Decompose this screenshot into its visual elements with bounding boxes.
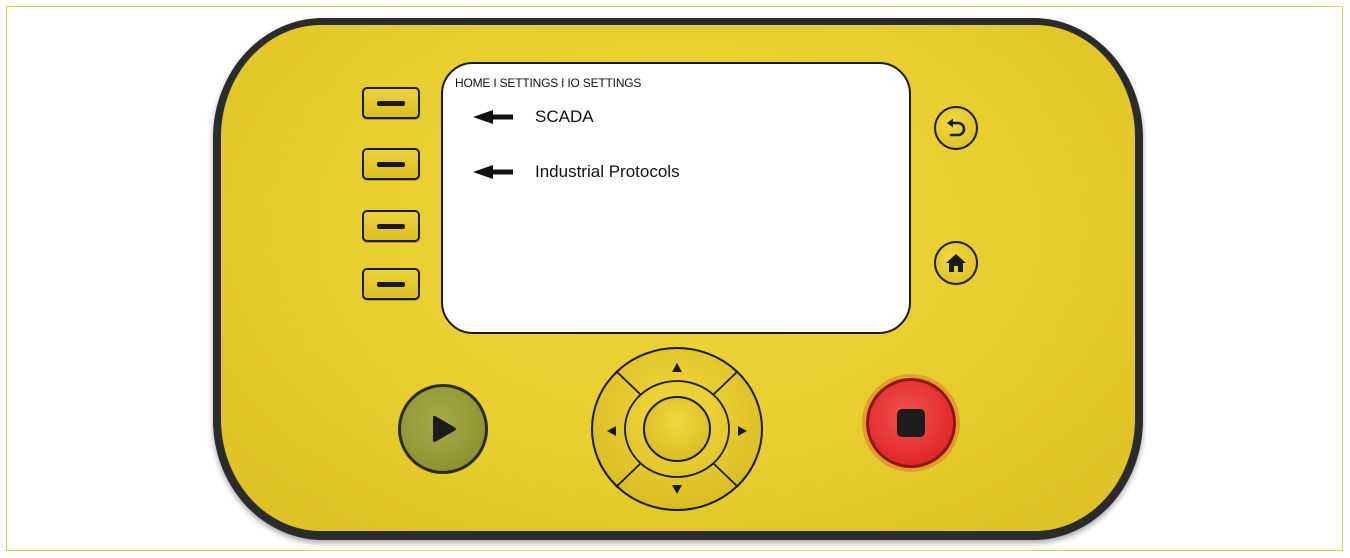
left-arrow-icon bbox=[473, 110, 513, 124]
stop-icon bbox=[897, 409, 925, 437]
directional-pad bbox=[590, 346, 764, 512]
softkey-3[interactable] bbox=[362, 210, 420, 242]
dpad-down-button[interactable] bbox=[630, 476, 724, 510]
back-button[interactable] bbox=[934, 106, 978, 150]
dpad-left-button[interactable] bbox=[592, 386, 626, 472]
menu-item-industrial-protocols[interactable]: Industrial Protocols bbox=[473, 162, 680, 182]
dpad-center-button[interactable] bbox=[644, 397, 710, 461]
menu-item-label: SCADA bbox=[535, 107, 594, 126]
stop-button[interactable] bbox=[866, 378, 956, 468]
left-arrow-icon bbox=[473, 165, 513, 179]
softkey-4[interactable] bbox=[362, 268, 420, 300]
menu-item-label: Industrial Protocols bbox=[535, 162, 680, 181]
softkey-2[interactable] bbox=[362, 148, 420, 180]
back-arrow-icon bbox=[947, 118, 966, 137]
dpad-right-button[interactable] bbox=[728, 386, 762, 472]
home-icon bbox=[946, 254, 966, 272]
display-screen: HOME I SETTINGS I IO SETTINGS SCADA Indu… bbox=[441, 62, 911, 334]
play-button[interactable] bbox=[398, 384, 488, 474]
softkey-1[interactable] bbox=[362, 87, 420, 119]
home-button[interactable] bbox=[934, 241, 978, 285]
menu-item-scada[interactable]: SCADA bbox=[473, 107, 594, 127]
dpad-up-button[interactable] bbox=[630, 348, 724, 382]
play-icon bbox=[433, 415, 456, 443]
breadcrumb: HOME I SETTINGS I IO SETTINGS bbox=[455, 76, 642, 90]
